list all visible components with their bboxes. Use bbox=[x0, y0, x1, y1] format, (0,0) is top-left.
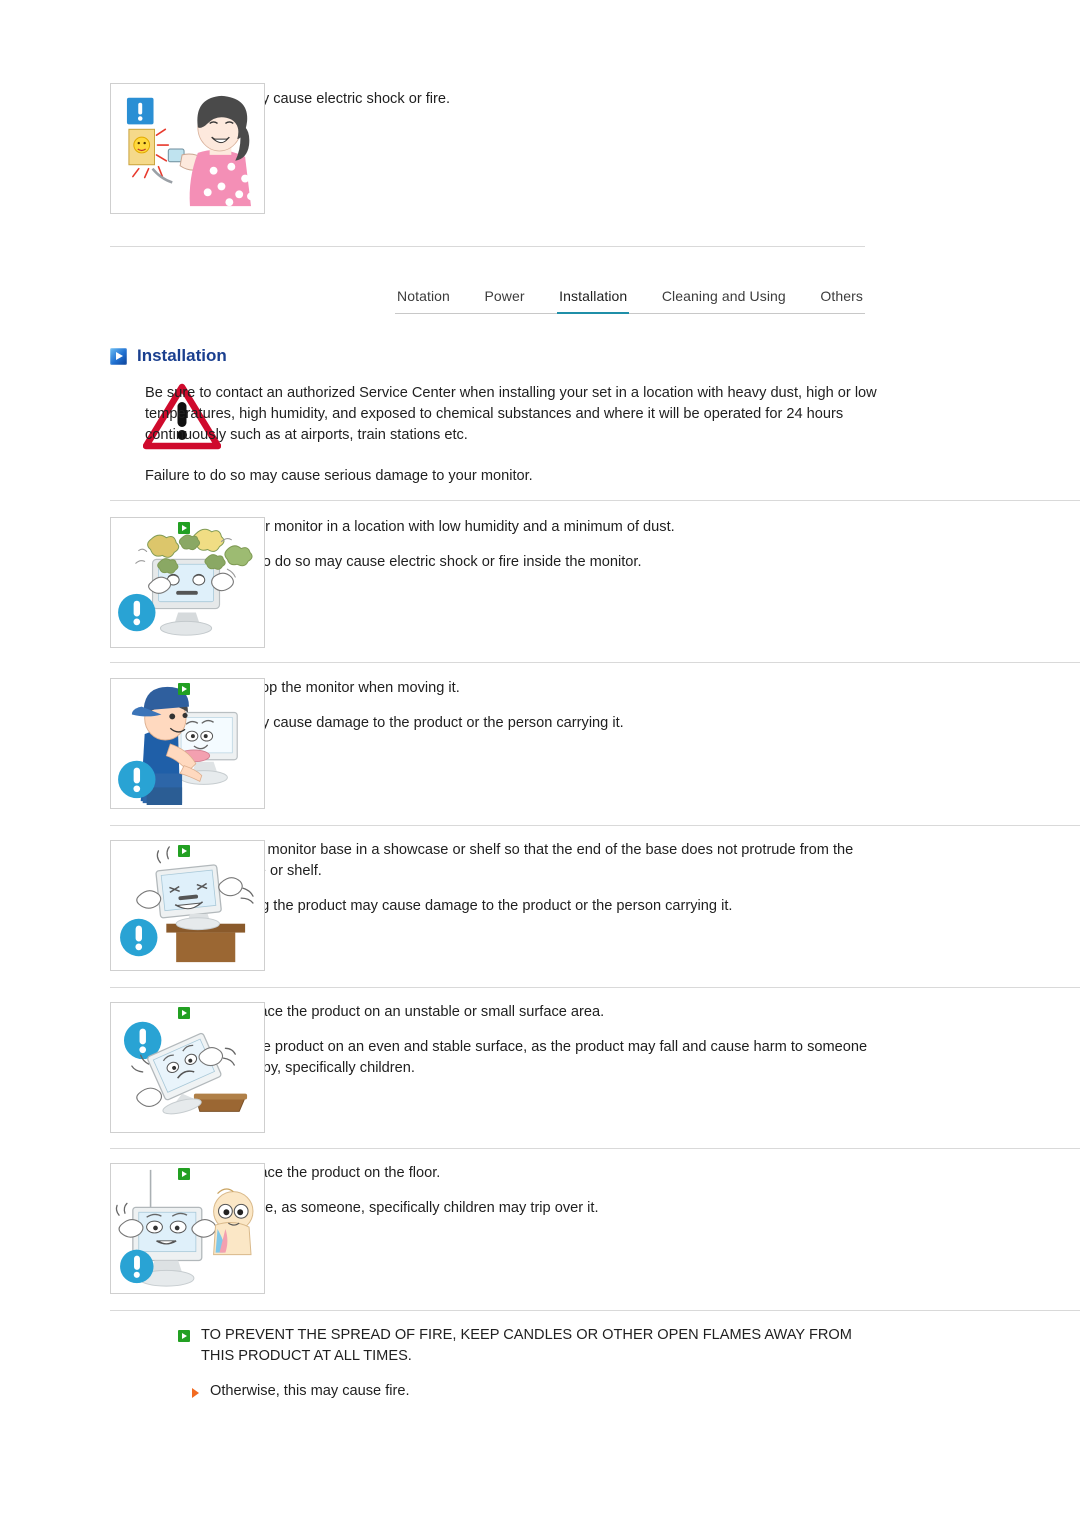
illustration-monitor-surrounded-by-dust bbox=[110, 517, 265, 648]
tab-power[interactable]: Power bbox=[482, 288, 526, 314]
orange-triangle-bullet-icon bbox=[192, 1388, 199, 1398]
monitor-shelf-edge-icon bbox=[111, 841, 264, 970]
main-bullet-line: Place your monitor in a location with lo… bbox=[178, 517, 880, 538]
warning-icon-cell bbox=[0, 382, 221, 450]
illustration-man-carrying-monitor bbox=[110, 678, 265, 809]
illustration-cell bbox=[0, 1163, 265, 1294]
page-heading: Installation bbox=[110, 346, 227, 366]
illustration-monitor-on-shelf-edge bbox=[110, 840, 265, 971]
section-unstable-surface: Do not place the product on an unstable … bbox=[0, 1002, 1080, 1133]
section-text-cell: TO PREVENT THE SPREAD OF FIRE, KEEP CAND… bbox=[178, 1325, 1080, 1402]
section-low-humidity-dust: Place your monitor in a location with lo… bbox=[0, 517, 1080, 648]
sub-text: This may cause damage to the product or … bbox=[210, 715, 624, 731]
man-carrying-monitor-icon bbox=[111, 679, 264, 808]
sub-text: Failure to do so may cause electric shoc… bbox=[210, 554, 642, 570]
tab-others[interactable]: Others bbox=[818, 288, 865, 314]
divider bbox=[110, 246, 865, 247]
page-title: Installation bbox=[137, 346, 227, 365]
illustration-monitor-falling-off-small-surface bbox=[110, 1002, 265, 1133]
section-open-flames: TO PREVENT THE SPREAD OF FIRE, KEEP CAND… bbox=[0, 1325, 1080, 1402]
warning-paragraph-2: Failure to do so may cause serious damag… bbox=[145, 468, 533, 484]
divider bbox=[110, 1310, 1080, 1311]
monitor-floor-child-icon bbox=[111, 1164, 264, 1293]
woman-plug-outlet-icon bbox=[111, 84, 264, 213]
top-note-text-cell: This may cause electric shock or fire. bbox=[178, 83, 1080, 110]
sub-bullet-line: Failure to do so may cause electric shoc… bbox=[178, 552, 880, 573]
manual-page: This may cause electric shock or fire. N… bbox=[0, 0, 1080, 1528]
sub-text: Take care, as someone, specifically chil… bbox=[210, 1200, 599, 1216]
green-square-bullet-icon bbox=[178, 683, 190, 695]
illustration-cell bbox=[0, 840, 265, 971]
illustration-cell bbox=[0, 83, 265, 214]
main-bullet-line: Do not drop the monitor when moving it. bbox=[178, 678, 880, 699]
divider bbox=[110, 987, 1080, 988]
illustration-cell bbox=[0, 678, 265, 809]
sub-bullet-line: Dropping the product may cause damage to… bbox=[178, 896, 880, 917]
section-text-cell: Do not drop the monitor when moving it. … bbox=[178, 678, 1080, 734]
main-text: TO PREVENT THE SPREAD OF FIRE, KEEP CAND… bbox=[201, 1327, 852, 1364]
illustration-cell bbox=[0, 517, 265, 648]
green-square-bullet-icon bbox=[178, 1330, 190, 1342]
main-bullet-line: Install the monitor base in a showcase o… bbox=[178, 840, 880, 882]
tab-installation[interactable]: Installation bbox=[557, 288, 630, 314]
main-bullet-line: Do not place the product on the floor. bbox=[178, 1163, 880, 1184]
main-text: Place your monitor in a location with lo… bbox=[201, 519, 675, 535]
main-bullet-line: Do not place the product on an unstable … bbox=[178, 1002, 880, 1023]
warning-section: Be sure to contact an authorized Service… bbox=[0, 382, 1080, 487]
main-text: Install the monitor base in a showcase o… bbox=[201, 842, 854, 879]
tab-bar[interactable]: Notation Power Installation Cleaning and… bbox=[395, 288, 865, 314]
divider bbox=[110, 500, 1080, 501]
sub-bullet-line: Place the product on an even and stable … bbox=[178, 1037, 880, 1079]
top-note-section: This may cause electric shock or fire. bbox=[0, 0, 1080, 214]
section-text-cell: Do not place the product on the floor. T… bbox=[178, 1163, 1080, 1219]
section-text-cell: Install the monitor base in a showcase o… bbox=[178, 840, 1080, 917]
section-text-cell: Do not place the product on an unstable … bbox=[178, 1002, 1080, 1079]
section-text-cell: Place your monitor in a location with lo… bbox=[178, 517, 1080, 573]
sub-text: Place the product on an even and stable … bbox=[210, 1039, 868, 1076]
green-square-bullet-icon bbox=[178, 1168, 190, 1180]
main-bullet-line: TO PREVENT THE SPREAD OF FIRE, KEEP CAND… bbox=[178, 1325, 880, 1367]
warning-paragraph-1: Be sure to contact an authorized Service… bbox=[145, 385, 877, 443]
section-do-not-place-on-floor: Do not place the product on the floor. T… bbox=[0, 1163, 1080, 1294]
section-showcase-shelf: Install the monitor base in a showcase o… bbox=[0, 840, 1080, 971]
green-square-bullet-icon bbox=[178, 522, 190, 534]
sub-text: Dropping the product may cause damage to… bbox=[210, 898, 733, 914]
sub-bullet-line: Otherwise, this may cause fire. bbox=[178, 1381, 880, 1402]
top-note-bullet-line: This may cause electric shock or fire. bbox=[178, 89, 880, 110]
illustration-monitor-on-floor-with-child bbox=[110, 1163, 265, 1294]
monitor-falling-icon bbox=[111, 1003, 264, 1132]
divider bbox=[110, 1148, 1080, 1149]
tab-notation[interactable]: Notation bbox=[395, 288, 452, 314]
monitor-dust-icon bbox=[111, 518, 264, 647]
sub-bullet-line: Take care, as someone, specifically chil… bbox=[178, 1198, 880, 1219]
green-square-bullet-icon bbox=[178, 1007, 190, 1019]
blue-arrow-icon bbox=[110, 347, 127, 365]
sub-text: Otherwise, this may cause fire. bbox=[210, 1383, 410, 1399]
green-square-bullet-icon bbox=[178, 845, 190, 857]
section-do-not-drop: Do not drop the monitor when moving it. … bbox=[0, 678, 1080, 809]
divider bbox=[110, 662, 1080, 663]
illustration-cell bbox=[0, 1002, 265, 1133]
divider bbox=[110, 825, 1080, 826]
warning-text-cell: Be sure to contact an authorized Service… bbox=[145, 382, 1080, 487]
sub-bullet-line: This may cause damage to the product or … bbox=[178, 713, 880, 734]
illustration-woman-plugging-sparking-outlet bbox=[110, 83, 265, 214]
tab-cleaning-and-using[interactable]: Cleaning and Using bbox=[660, 288, 788, 314]
